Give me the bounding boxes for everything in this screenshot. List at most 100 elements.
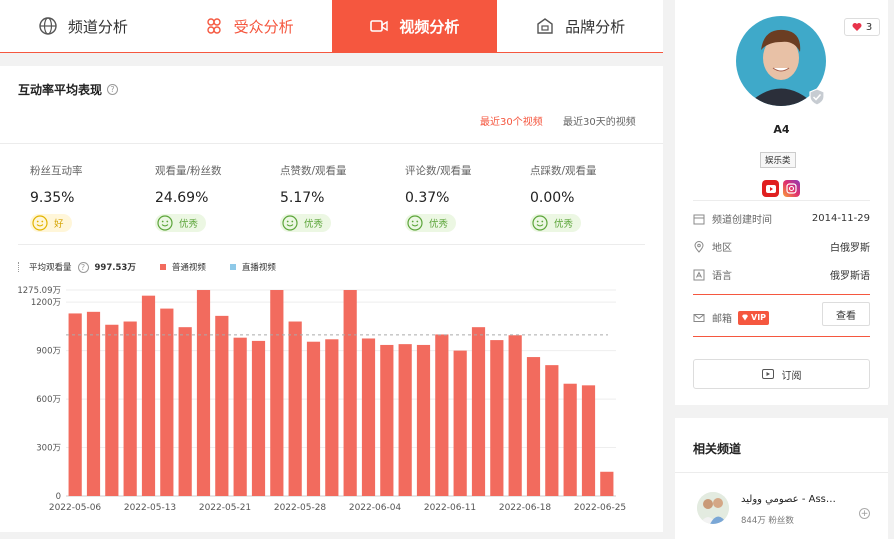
metric-comments-per-view: 评论数/观看量 0.37% 优秀 (405, 165, 472, 232)
verified-shield-icon (809, 88, 825, 106)
rating-badge: 优秀 (530, 214, 582, 232)
legend-avg-line (18, 262, 19, 272)
globe-icon (39, 17, 57, 35)
x-tick-label: 2022-05-13 (124, 503, 176, 513)
info-region: 地区 白俄罗斯 (693, 239, 870, 254)
category-tag: 娱乐类 (760, 152, 796, 168)
instagram-icon[interactable] (783, 180, 800, 197)
x-tick-label: 2022-06-18 (499, 503, 552, 513)
bar (416, 344, 431, 496)
smiley-icon (282, 215, 298, 231)
legend-normal-video[interactable]: 普通视频 (172, 261, 206, 273)
help-icon[interactable]: ? (107, 84, 119, 95)
y-tick-label: 300万 (36, 444, 61, 454)
tab-label: 视频分析 (399, 17, 460, 36)
bar (270, 290, 284, 496)
section-title: 互动率平均表现 ? (18, 81, 119, 98)
related-avatar (697, 492, 729, 524)
rating-badge: 优秀 (155, 214, 207, 232)
language-icon (693, 269, 705, 280)
bar (251, 340, 266, 496)
bar (563, 383, 577, 496)
related-channel-name: عصومي ووليد - Ass… (741, 494, 836, 505)
info-language: 语言 俄罗斯语 (693, 267, 870, 282)
x-tick-label: 2022-05-06 (49, 503, 102, 513)
tab-channel-analysis[interactable]: 频道分析 (0, 0, 166, 52)
bar (435, 334, 449, 496)
bar (178, 327, 192, 496)
legend-avg-label: 平均观看量 (29, 263, 72, 273)
metric-dislikes-per-view: 点踩数/观看量 0.00% 优秀 (530, 165, 597, 232)
bar (105, 324, 119, 496)
views-bar-chart: 0 300万 600万 900万 1200万 1275.09万 2022-05-06 2022… (17, 286, 626, 513)
add-channel-icon[interactable]: + (859, 508, 870, 519)
bar (306, 341, 321, 496)
bar (526, 357, 541, 496)
subscribe-button[interactable]: 订阅 (693, 359, 870, 389)
related-channel-subs: 844万 粉丝数 (741, 516, 794, 526)
bar (141, 295, 156, 496)
bar (581, 385, 596, 496)
related-title: 相关频道 (693, 442, 742, 456)
help-icon[interactable]: ? (77, 261, 89, 273)
filter-last-30-videos[interactable]: 最近30个视频 (480, 113, 543, 128)
tab-bar: 频道分析 受众分析 视频分析 品牌分析 (0, 0, 663, 53)
bar (86, 311, 101, 496)
tab-label: 品牌分析 (565, 17, 626, 36)
channel-name: A4 (773, 123, 790, 136)
brand-icon (537, 18, 553, 34)
divider (0, 143, 663, 144)
smiley-icon (532, 215, 548, 231)
bar (471, 327, 486, 496)
bar (196, 290, 211, 496)
metric-likes-per-view: 点赞数/观看量 5.17% 优秀 (280, 165, 347, 232)
video-icon (370, 20, 389, 32)
metric-views-per-fan: 观看量/粉丝数 24.69% 优秀 (155, 165, 222, 232)
y-tick-label: 1200万 (31, 298, 61, 308)
tab-audience-analysis[interactable]: 受众分析 (166, 0, 332, 52)
bar (288, 321, 302, 496)
bar (325, 339, 339, 496)
favorite-button[interactable]: 3 (844, 18, 880, 36)
divider (675, 472, 888, 473)
smiley-icon (157, 215, 173, 231)
legend-live-video[interactable]: 直播视频 (242, 261, 276, 273)
bar (233, 337, 247, 496)
play-icon (761, 369, 774, 379)
bar (398, 344, 412, 496)
legend-avg-value: 997.53万 (94, 263, 136, 273)
tab-video-analysis[interactable]: 视频分析 (331, 0, 498, 52)
diamond-icon (742, 314, 748, 321)
legend-swatch-live (229, 264, 236, 270)
rating-badge: 优秀 (405, 214, 457, 232)
tab-label: 受众分析 (233, 17, 294, 36)
rating-badge: 优秀 (280, 214, 332, 232)
bar (343, 290, 357, 496)
heart-icon (852, 23, 862, 31)
smiley-icon (32, 215, 48, 231)
location-icon (694, 240, 704, 253)
y-tick-label: 600万 (36, 395, 61, 405)
x-tick-label: 2022-05-28 (274, 503, 327, 513)
smiley-icon (407, 215, 423, 231)
bar (68, 313, 82, 496)
x-tick-label: 2022-05-21 (199, 503, 251, 513)
tab-brand-analysis[interactable]: 品牌分析 (497, 0, 663, 52)
audience-icon (206, 18, 221, 34)
view-email-button[interactable]: 查看 (822, 302, 870, 326)
divider (18, 244, 645, 245)
bar (361, 338, 376, 496)
vip-badge: VIP (738, 310, 770, 325)
mail-icon (693, 313, 705, 322)
filter-last-30-days[interactable]: 最近30天的视频 (563, 113, 636, 128)
related-channel-item[interactable]: عصومي ووليد - Ass… 844万 粉丝数 + (693, 490, 870, 530)
x-tick-label: 2022-06-11 (424, 503, 476, 513)
divider-accent (693, 294, 870, 295)
rating-badge: 好 (30, 214, 72, 232)
info-created: 频道创建时间 2014-11-29 (693, 211, 870, 226)
bar (380, 344, 394, 496)
youtube-icon[interactable] (762, 180, 779, 197)
video-analysis-panel: 互动率平均表现 ? 最近30个视频 最近30天的视频 粉丝互动率 9.35% 好… (0, 66, 663, 532)
bar (545, 365, 559, 496)
chart-legend: 平均观看量 ? 997.53万 普通视频 直播视频 (18, 261, 276, 273)
